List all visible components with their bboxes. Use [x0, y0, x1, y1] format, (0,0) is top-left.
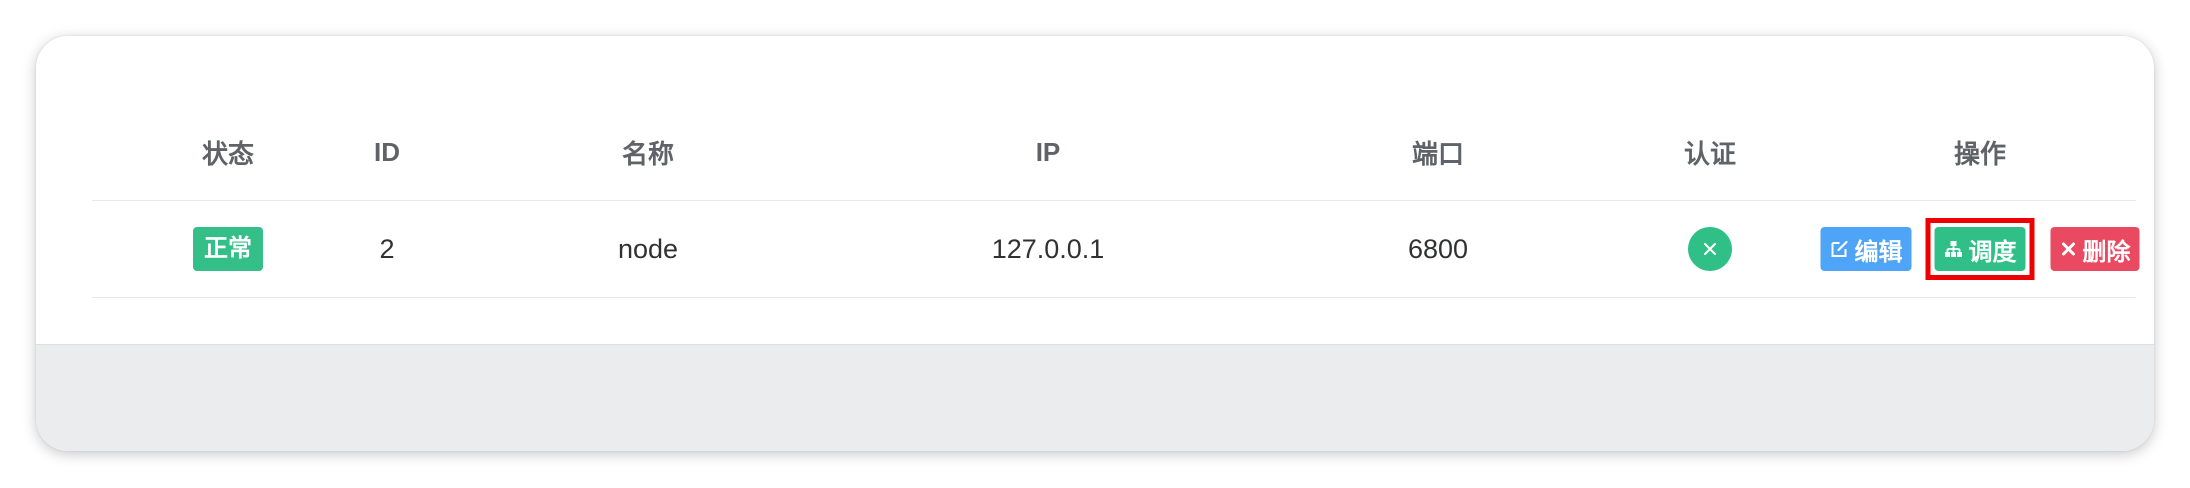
header-auth[interactable]: 认证: [1684, 104, 1736, 200]
table-header-row: 状态 ID 名称 IP 端口 认证 操作: [92, 104, 2136, 201]
node-list-panel: 状态 ID 名称 IP 端口 认证 操作 正常 2 node 127.0.0.1…: [36, 36, 2154, 451]
screenshot-stage: 状态 ID 名称 IP 端口 认证 操作 正常 2 node 127.0.0.1…: [0, 0, 2190, 488]
node-table: 状态 ID 名称 IP 端口 认证 操作 正常 2 node 127.0.0.1…: [92, 104, 2140, 298]
actions-cell: 编辑 调度 删除: [1820, 201, 2140, 297]
action-buttons: 编辑 调度 删除: [1820, 218, 2140, 280]
header-port[interactable]: 端口: [1412, 104, 1464, 200]
delete-button[interactable]: 删除: [2050, 227, 2140, 271]
header-ip[interactable]: IP: [1036, 104, 1061, 200]
close-icon: [1688, 227, 1732, 271]
name-cell: node: [617, 233, 679, 264]
header-actions[interactable]: 操作: [1954, 104, 2006, 200]
edit-button-label: 编辑: [1854, 238, 1903, 266]
status-cell: 正常: [193, 201, 263, 297]
edit-icon: [1831, 240, 1848, 257]
sitemap-icon: [1945, 241, 1962, 257]
auth-cell: [1688, 201, 1732, 297]
close-icon: [2062, 242, 2075, 256]
header-status[interactable]: 状态: [202, 104, 254, 200]
status-badge: 正常: [193, 227, 263, 271]
table-row: 正常 2 node 127.0.0.1 6800 编辑 调度 删除: [92, 201, 2140, 298]
port-cell: 6800: [1407, 233, 1469, 264]
schedule-button-label: 调度: [1968, 238, 2017, 266]
header-id[interactable]: ID: [374, 104, 400, 200]
highlight-box: 调度: [1925, 218, 2035, 280]
panel-footer: [36, 344, 2154, 451]
header-name[interactable]: 名称: [622, 104, 674, 200]
ip-cell: 127.0.0.1: [991, 233, 1105, 264]
delete-button-label: 删除: [2082, 238, 2131, 266]
id-cell: 2: [379, 233, 395, 264]
schedule-button[interactable]: 调度: [1934, 227, 2026, 271]
edit-button[interactable]: 编辑: [1820, 227, 1912, 271]
